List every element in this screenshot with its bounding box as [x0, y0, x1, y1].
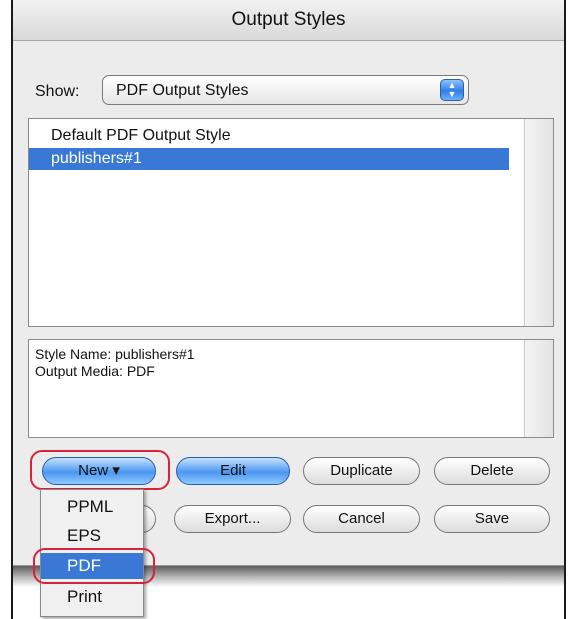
- pdf-item-highlight: [33, 548, 155, 584]
- menu-item-eps[interactable]: EPS: [41, 523, 143, 549]
- style-name-text: Style Name: publishers#1: [35, 346, 195, 362]
- list-item-selected[interactable]: publishers#1: [29, 148, 509, 170]
- show-select[interactable]: PDF Output Styles ▲ ▼: [102, 75, 469, 105]
- edit-button[interactable]: Edit: [176, 457, 290, 485]
- duplicate-button[interactable]: Duplicate: [303, 457, 420, 485]
- style-details-panel: Style Name: publishers#1 Output Media: P…: [28, 339, 554, 438]
- dialog-title: Output Styles: [13, 0, 564, 41]
- menu-item-ppml[interactable]: PPML: [41, 494, 143, 520]
- save-button[interactable]: Save: [434, 505, 550, 533]
- show-label: Show:: [35, 83, 80, 100]
- list-item[interactable]: Default PDF Output Style: [29, 125, 509, 147]
- styles-list[interactable]: Default PDF Output Style publishers#1: [28, 118, 554, 327]
- details-scrollbar[interactable]: [524, 340, 553, 437]
- output-media-text: Output Media: PDF: [35, 363, 155, 379]
- up-down-arrows-icon: ▲ ▼: [440, 79, 464, 101]
- delete-button[interactable]: Delete: [434, 457, 550, 485]
- show-select-value: PDF Output Styles: [116, 82, 249, 99]
- new-button-highlight: [30, 450, 170, 490]
- list-scrollbar[interactable]: [524, 119, 553, 326]
- menu-item-print[interactable]: Print: [41, 584, 143, 610]
- cancel-button[interactable]: Cancel: [303, 505, 420, 533]
- export-button[interactable]: Export...: [174, 505, 291, 533]
